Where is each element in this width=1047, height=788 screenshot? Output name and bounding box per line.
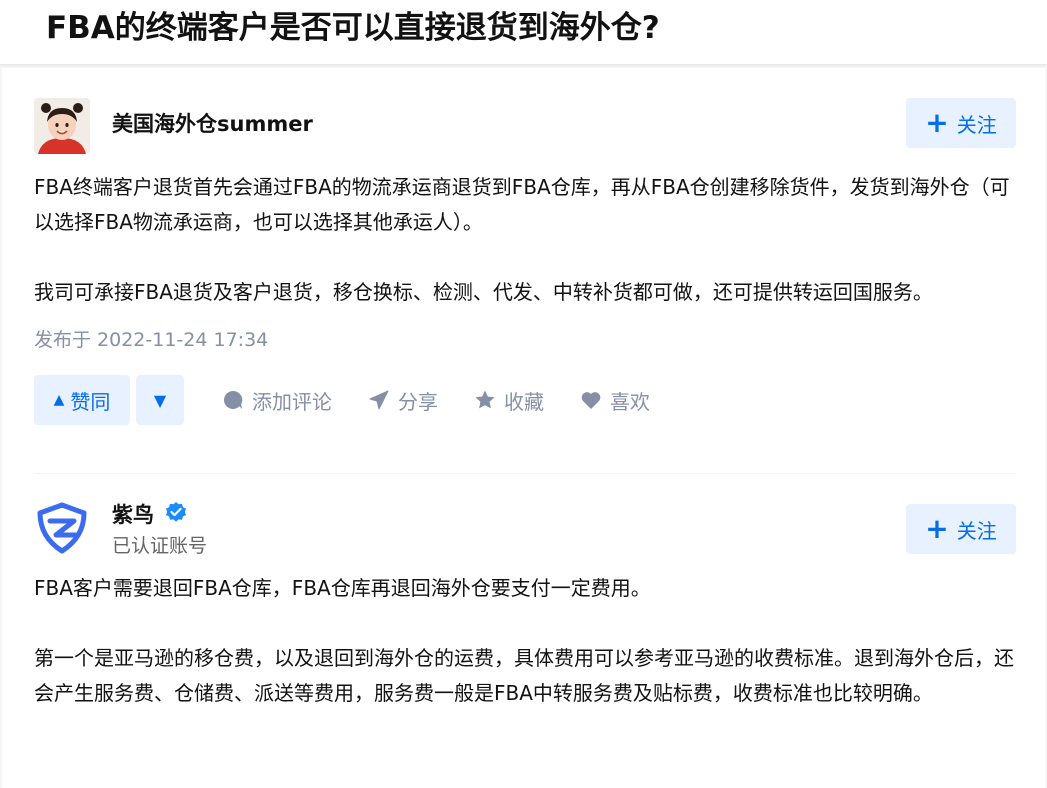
answer-divider: [34, 473, 1016, 474]
author-info: 紫鸟 已认证账号 + 关注: [34, 499, 1016, 557]
follow-label: 关注: [956, 112, 997, 137]
share-label: 分享: [398, 389, 438, 414]
author-badge-text: 已认证账号: [112, 535, 208, 557]
answer-paragraph: 第一个是亚马逊的移仓费，以及退回到海外仓的运费，具体费用可以参考亚马逊的收费标准…: [34, 646, 1014, 705]
answer-content: FBA终端客户退货首先会通过FBA的物流承运商退货到FBA仓库，再从FBA仓创建…: [34, 170, 1016, 310]
publish-time[interactable]: 发布于 2022-11-24 17:34: [34, 325, 1016, 355]
answer-content: FBA客户需要退回FBA仓库，FBA仓库再退回海外仓要支付一定费用。 第一个是亚…: [34, 571, 1016, 711]
author-name[interactable]: 美国海外仓summer: [112, 108, 313, 138]
author-name[interactable]: 紫鸟: [112, 499, 154, 529]
comment-bubble-icon: [223, 390, 243, 409]
downvote-triangle-icon: ▼: [153, 390, 167, 410]
follow-label: 关注: [956, 518, 997, 543]
avatar[interactable]: [34, 499, 90, 555]
like-label: 喜欢: [610, 389, 650, 414]
upvote-label: 赞同: [70, 389, 111, 414]
upvote-triangle-icon: ▲: [53, 392, 65, 408]
upvote-button[interactable]: ▲ 赞同: [34, 375, 130, 425]
answer-actions: ▲ 赞同 ▼ 添加评论 分享 收藏 喜欢: [34, 375, 1016, 425]
like-button[interactable]: 喜欢: [580, 386, 650, 415]
comment-button[interactable]: 添加评论: [222, 386, 332, 415]
downvote-button[interactable]: ▼: [136, 375, 184, 425]
collect-button[interactable]: 收藏: [474, 386, 544, 415]
star-icon: [475, 390, 495, 409]
share-button[interactable]: 分享: [368, 386, 438, 415]
verified-badge-icon: [166, 502, 186, 522]
answer-paragraph: FBA终端客户退货首先会通过FBA的物流承运商退货到FBA仓库，再从FBA仓创建…: [34, 175, 1010, 234]
follow-button[interactable]: + 关注: [906, 504, 1016, 554]
question-header: FBA的终端客户是否可以直接退货到海外仓?: [0, 0, 1047, 64]
plus-icon: +: [925, 106, 949, 139]
follow-button[interactable]: + 关注: [906, 98, 1016, 148]
share-paper-plane-icon: [369, 390, 389, 410]
plus-icon: +: [925, 512, 949, 545]
author-info: 美国海外仓summer + 关注: [34, 98, 1016, 154]
answer-paragraph: 我司可承接FBA退货及客户退货，移仓换标、检测、代发、中转补货都可做，还可提供转…: [34, 280, 933, 304]
avatar[interactable]: [34, 98, 90, 154]
collect-label: 收藏: [504, 389, 544, 414]
question-title[interactable]: FBA的终端客户是否可以直接退货到海外仓?: [46, 8, 660, 48]
answer-paragraph: FBA客户需要退回FBA仓库，FBA仓库再退回海外仓要支付一定费用。: [34, 576, 651, 600]
answers-list: 美国海外仓summer + 关注 FBA终端客户退货首先会通过FBA的物流承运商…: [2, 68, 1045, 788]
answer-item: 美国海外仓summer + 关注 FBA终端客户退货首先会通过FBA的物流承运商…: [34, 98, 1016, 425]
heart-icon: [581, 392, 601, 409]
answer-item: 紫鸟 已认证账号 + 关注 FBA客户需要退回FBA仓库，FBA仓库再退回海外仓…: [34, 499, 1016, 711]
comment-label: 添加评论: [252, 389, 332, 414]
